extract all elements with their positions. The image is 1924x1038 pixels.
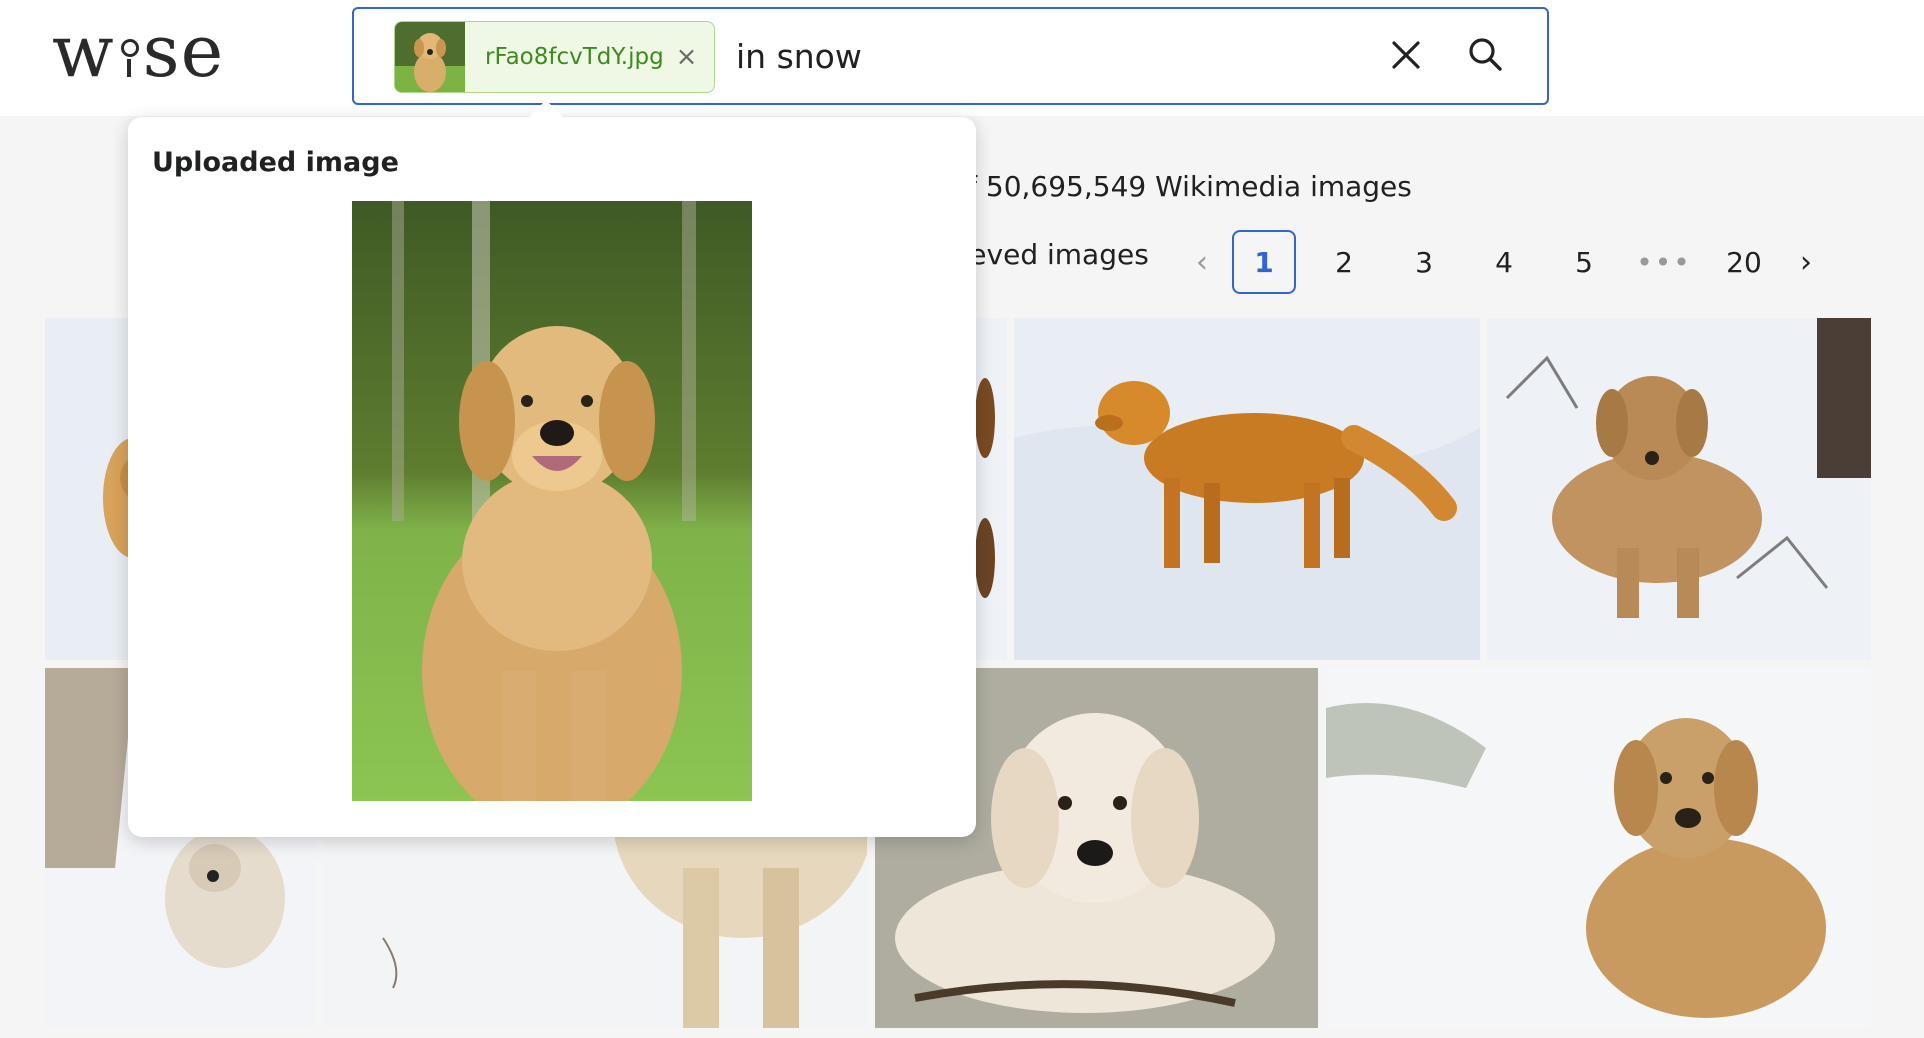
result-image[interactable] (975, 318, 1007, 660)
result-image[interactable] (1487, 318, 1871, 660)
uploaded-image-chip[interactable]: rFao8fcvTdY.jpg × (394, 21, 715, 93)
search-input[interactable] (736, 33, 1336, 79)
result-image[interactable] (1326, 668, 1871, 1028)
page-ellipsis: ••• (1636, 245, 1692, 279)
search-icon[interactable] (1462, 31, 1510, 79)
retrieved-label: rieved images (950, 238, 1149, 271)
result-image[interactable] (1014, 318, 1480, 660)
header: w se rFao8fcvTdY.jpg × (0, 0, 1924, 116)
uploaded-image-popover: Uploaded image (128, 117, 976, 837)
logo-mark (117, 31, 141, 77)
results-summary: of 50,695,549 Wikimedia images (950, 170, 1412, 203)
page-2[interactable]: 2 (1304, 230, 1384, 294)
page-3[interactable]: 3 (1384, 230, 1464, 294)
search-box[interactable]: rFao8fcvTdY.jpg × (352, 7, 1549, 105)
chevron-left-icon[interactable]: ‹ (1180, 230, 1224, 294)
page-4[interactable]: 4 (1464, 230, 1544, 294)
clear-icon[interactable] (1382, 31, 1430, 79)
uploaded-image-preview (352, 201, 752, 801)
wise-logo[interactable]: w se (52, 15, 224, 87)
page-20[interactable]: 20 (1704, 230, 1784, 294)
chip-thumbnail (395, 22, 465, 92)
page-5[interactable]: 5 (1544, 230, 1624, 294)
page-1[interactable]: 1 (1232, 230, 1296, 294)
result-image[interactable] (45, 318, 135, 660)
chip-filename: rFao8fcvTdY.jpg (485, 44, 664, 70)
chevron-right-icon[interactable]: › (1784, 230, 1828, 294)
popover-title: Uploaded image (152, 147, 399, 178)
remove-image-icon[interactable]: × (676, 42, 698, 72)
pagination: ‹ 1 2 3 4 5 ••• 20 › (1180, 230, 1828, 294)
